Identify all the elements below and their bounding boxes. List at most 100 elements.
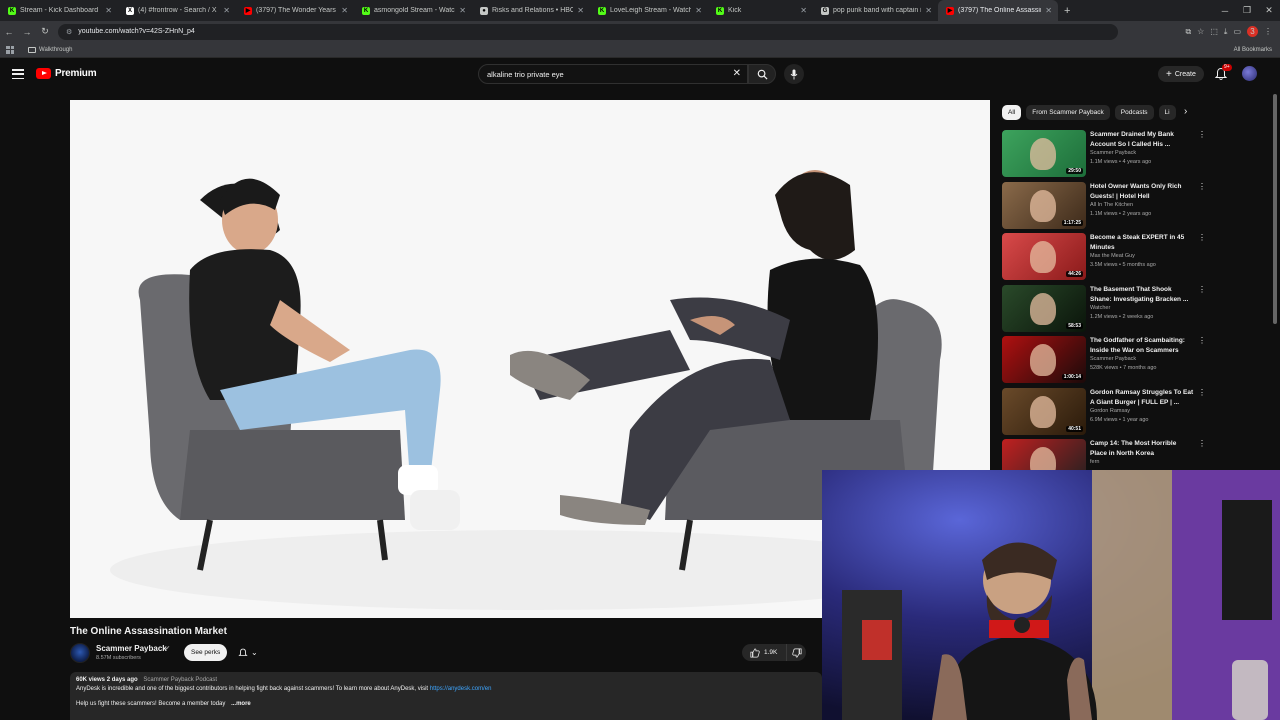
apps-icon[interactable] [6,45,14,54]
tab-close-icon[interactable]: ✕ [800,6,807,15]
video-thumbnail[interactable]: 29:50 [1002,130,1086,177]
logo-text: Premium [55,68,97,79]
more-actions-icon[interactable]: ⋮ [1198,182,1206,190]
site-info-icon[interactable]: ⚙ [66,28,72,36]
folder-icon [28,46,36,53]
browser-menu-icon[interactable]: ⋮ [1264,27,1272,36]
back-icon[interactable]: ← [0,27,18,37]
subscription-notification-button[interactable]: ⌄ [238,645,258,660]
browser-tab[interactable]: K Kick ✕ [708,0,813,21]
more-actions-icon[interactable]: ⋮ [1198,337,1206,345]
reload-icon[interactable]: ↻ [36,26,54,37]
tab-close-icon[interactable]: ✕ [695,6,702,15]
browser-tab[interactable]: X (4) #frontrow - Search / X ✕ [118,0,236,21]
search-button[interactable] [748,64,776,84]
tab-close-icon[interactable]: ✕ [459,6,466,15]
browser-tab[interactable]: ▶ (3797) The Online Assassin ✕ [938,0,1058,21]
new-tab-icon[interactable]: + [1064,5,1070,17]
maximize-icon[interactable]: ❐ [1236,5,1258,16]
video-thumbnail[interactable]: 44:26 [1002,233,1086,280]
tab-close-icon[interactable]: ✕ [925,6,932,15]
tab-search-icon[interactable]: ▭ [1233,27,1241,36]
channel-avatar[interactable] [70,643,90,663]
video-duration: 29:50 [1066,168,1083,174]
recommended-channel-name[interactable]: Scammer Payback [1090,356,1136,362]
all-bookmarks-button[interactable]: All Bookmarks [1234,47,1272,53]
video-thumbnail[interactable]: 1:00:14 [1002,336,1086,383]
recommended-channel-name[interactable]: Gordon Ramsay [1090,408,1130,414]
youtube-premium-logo[interactable]: Premium [36,68,97,79]
filter-chip[interactable]: Li [1158,104,1176,120]
window-controls: ─ ❐ ✕ [1214,0,1280,21]
browser-tab[interactable]: Kasmongold Stream - Watch Live ✕ [354,0,472,21]
browser-tab[interactable]: ▶ (3797) The Wonder Years - Loca ✕ [236,0,354,21]
recommended-channel-name[interactable]: All In The Kitchen [1090,202,1133,208]
recommended-video[interactable]: 29:50 Scammer Drained My Bank Account So … [1002,128,1206,180]
recommendations-list: 29:50 Scammer Drained My Bank Account So … [1002,128,1206,489]
filter-chip[interactable]: All [1002,104,1022,120]
video-thumbnail[interactable]: 40:51 [1002,387,1086,435]
recommended-video[interactable]: 1:00:14 The Godfather of Scambaiting: Ins… [1002,334,1206,386]
extensions-icon[interactable]: ⬚ [1210,27,1218,36]
chevron-right-icon[interactable]: › [1184,106,1187,117]
like-button[interactable]: 1.9K [742,644,786,661]
microphone-icon [790,69,798,79]
browser-tab[interactable]: ● Risks and Relations • HBO Max✕ [472,0,590,21]
bookmark-star-icon[interactable]: ☆ [1197,27,1204,36]
recommended-video-title[interactable]: The Basement That Shook Shane: Investiga… [1090,285,1194,305]
more-actions-icon[interactable]: ⋮ [1198,388,1206,396]
see-perks-button[interactable]: See perks [184,644,228,661]
video-thumbnail[interactable]: 1:17:25 [1002,181,1086,229]
profile-avatar[interactable]: 3 [1247,26,1258,37]
tab-close-icon[interactable]: ✕ [341,6,348,15]
recommended-video-title[interactable]: The Godfather of Scambaiting: Inside the… [1090,336,1194,356]
url-input[interactable]: ⚙ youtube.com/watch?v=42S-ZHnN_p4 [58,23,1118,40]
bookmark-folder-walkthrough[interactable]: Walkthrough [28,46,72,53]
recommended-video[interactable]: 58:53 The Basement That Shook Shane: Inve… [1002,283,1206,335]
show-more-link[interactable]: ...more [231,701,251,707]
browser-tab[interactable]: Gpop punk band with captain in ✕ [813,0,938,21]
podcast-tag[interactable]: Scammer Payback Podcast [143,677,217,683]
recommended-channel-name[interactable]: Scammer Payback [1090,150,1136,156]
forward-icon[interactable]: → [18,27,36,37]
recommended-video-title[interactable]: Gordon Ramsay Struggles To Eat A Giant B… [1090,388,1194,408]
search-input[interactable]: alkaline trio private eye ✕ [478,64,748,84]
more-actions-icon[interactable]: ⋮ [1198,234,1206,242]
create-button[interactable]: + Create [1158,66,1204,82]
recommended-video-title[interactable]: Hotel Owner Wants Only Rich Guests! | Ho… [1090,182,1194,202]
more-actions-icon[interactable]: ⋮ [1198,440,1206,448]
minimize-icon[interactable]: ─ [1214,6,1236,16]
recommended-video[interactable]: 1:17:25 Hotel Owner Wants Only Rich Guest… [1002,180,1206,232]
recommended-video-title[interactable]: Scammer Drained My Bank Account So I Cal… [1090,130,1194,150]
install-icon[interactable]: ⧉ [1185,27,1191,37]
account-avatar[interactable] [1242,66,1257,81]
recommended-video-title[interactable]: Camp 14: The Most Horrible Place in Nort… [1090,439,1194,459]
video-description[interactable]: 60K views 2 days ago Scammer Payback Pod… [70,672,822,720]
more-actions-icon[interactable]: ⋮ [1198,285,1206,293]
page-scrollbar[interactable] [1272,94,1278,444]
recommended-channel-name[interactable]: Max the Meat Guy [1090,253,1135,259]
recommended-video[interactable]: 44:26 Become a Steak EXPERT in 45 Minutes… [1002,231,1206,283]
voice-search-button[interactable] [784,64,804,84]
hamburger-menu-icon[interactable] [12,69,24,79]
browser-tab[interactable]: K Stream - Kick Dashboard ✕ [0,0,118,21]
download-icon[interactable]: ⤓ [1224,27,1228,37]
filter-chip[interactable]: From Scammer Payback [1026,104,1110,120]
filter-chip[interactable]: Podcasts [1114,104,1154,120]
anydesk-link[interactable]: https://anydesk.com/en [430,686,492,692]
tab-close-icon[interactable]: ✕ [1045,6,1052,15]
video-thumbnail[interactable]: 58:53 [1002,284,1086,332]
recommended-channel-name[interactable]: Watcher [1090,305,1110,311]
dislike-button[interactable] [786,644,806,661]
recommended-channel-name[interactable]: fern [1090,459,1099,465]
tab-close-icon[interactable]: ✕ [577,6,584,15]
recommended-video-title[interactable]: Become a Steak EXPERT in 45 Minutes [1090,233,1194,253]
more-actions-icon[interactable]: ⋮ [1198,131,1206,139]
browser-tab[interactable]: K LoveLeigh Stream - Watch Live✕ [590,0,708,21]
clear-search-icon[interactable]: ✕ [733,68,741,79]
tab-close-icon[interactable]: ✕ [105,6,112,15]
recommended-video[interactable]: 40:51 Gordon Ramsay Struggles To Eat A Gi… [1002,386,1206,438]
channel-name-link[interactable]: Scammer Payback [96,644,167,653]
tab-close-icon[interactable]: ✕ [223,6,230,15]
close-window-icon[interactable]: ✕ [1258,5,1280,16]
